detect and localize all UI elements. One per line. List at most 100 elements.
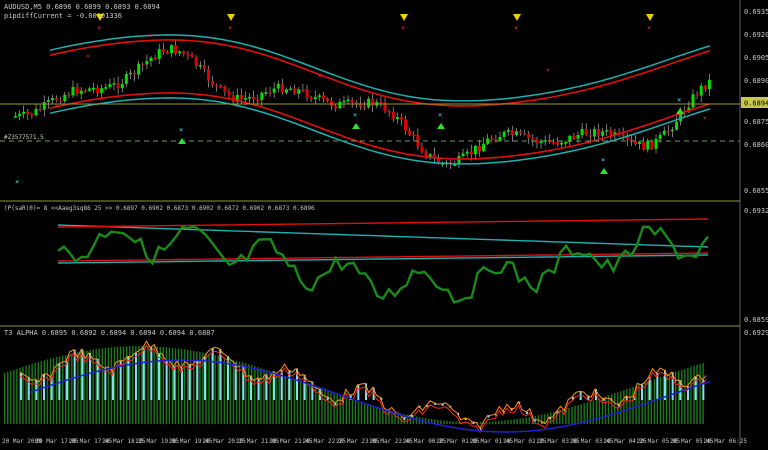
- candle-body: [707, 79, 711, 90]
- histogram-bar: [437, 419, 439, 424]
- candle-body: [338, 101, 342, 109]
- price-label: 0.6935: [744, 8, 768, 16]
- histogram-bar: [122, 346, 125, 424]
- candle-body: [14, 116, 17, 118]
- level-label: #Z3577571.5: [4, 134, 44, 141]
- candle-body: [346, 99, 350, 102]
- candle-body: [141, 63, 145, 66]
- chart-canvas[interactable]: × × × × × × × × × × × × × × × × × AUDUSD,M5 0.6896 0.689…: [0, 0, 768, 446]
- candle-body: [539, 141, 543, 144]
- histogram-bar: [446, 420, 448, 424]
- candle-body: [420, 146, 424, 153]
- candle-body: [186, 53, 190, 56]
- histogram-highlight: [280, 369, 283, 400]
- oscillator-header: (P(saR(0)= 8 <<Aaeg3sq86 25 >> 0.6897 0.…: [4, 205, 315, 212]
- candle-body: [317, 95, 321, 97]
- price-label: 0.6905: [744, 54, 768, 62]
- candle-body: [92, 87, 96, 90]
- candle-body: [301, 89, 305, 91]
- histogram-bar: [553, 411, 555, 424]
- histogram-bar: [415, 416, 418, 424]
- histogram-bar: [92, 349, 94, 424]
- candle-body: [219, 85, 223, 88]
- histogram-bar: [25, 365, 27, 424]
- histogram-bar: [217, 355, 219, 424]
- sell-cross-icon: ×: [97, 24, 101, 32]
- histogram-highlight: [641, 384, 643, 400]
- sell-cross-icon: ×: [55, 103, 59, 110]
- histogram-bar: [16, 368, 18, 424]
- histogram-bar: [638, 384, 640, 424]
- candle-body: [272, 88, 276, 93]
- histogram-bar: [357, 401, 360, 424]
- histogram-bar: [254, 366, 256, 424]
- histogram-bar: [662, 375, 665, 424]
- candle-body: [490, 138, 494, 140]
- candle-body: [305, 89, 309, 98]
- candle-body: [367, 98, 371, 108]
- histogram-bar: [305, 383, 308, 424]
- candle-body: [326, 98, 330, 101]
- candle-body: [379, 102, 383, 104]
- histogram-bar: [668, 373, 671, 424]
- price-label: 0.6932: [744, 207, 768, 215]
- candle-body: [116, 83, 120, 89]
- candle-body: [157, 49, 161, 60]
- chart-window[interactable]: × × × × × × × × × × × × × × × × × AUDUSD,M5 0.6896 0.689…: [0, 0, 768, 446]
- histogram-bar: [46, 359, 49, 424]
- candle-body: [18, 113, 22, 117]
- histogram-bar: [351, 399, 354, 424]
- histogram-highlight: [257, 377, 260, 400]
- histogram-bar: [208, 353, 210, 424]
- candle-body: [469, 151, 473, 155]
- candle-body: [646, 140, 650, 150]
- histogram-bar: [632, 386, 634, 424]
- candle-body: [342, 100, 346, 103]
- candle-body: [71, 87, 75, 96]
- histogram-bar: [595, 399, 598, 424]
- candle-body: [293, 88, 297, 94]
- price-label: 0.6929: [744, 329, 768, 337]
- histogram-bar: [479, 421, 482, 424]
- candle-body: [104, 87, 108, 89]
- panel-separator-1[interactable]: [0, 200, 740, 202]
- candle-body: [584, 128, 588, 135]
- candle-body: [695, 94, 699, 96]
- candle-body: [239, 94, 243, 99]
- histogram-bar: [568, 407, 570, 424]
- current-price-value: 0.6894: [744, 100, 768, 108]
- histogram-bar: [156, 346, 158, 424]
- histogram-bar: [653, 379, 656, 424]
- candle-body: [243, 98, 247, 100]
- candle-body: [223, 86, 227, 92]
- histogram-bar: [193, 350, 195, 424]
- histogram-bar: [495, 421, 497, 424]
- candle-body: [510, 129, 514, 135]
- candle-body: [502, 131, 506, 137]
- candle-body: [178, 51, 182, 54]
- histogram-bar: [366, 404, 369, 424]
- histogram-highlight: [27, 377, 30, 400]
- histogram-highlight: [204, 357, 206, 400]
- sell-cross-icon: ×: [647, 24, 651, 32]
- histogram-highlight: [173, 366, 176, 400]
- candle-body: [153, 57, 157, 60]
- candle-body: [551, 142, 555, 144]
- candle-body: [128, 72, 132, 75]
- histogram-bar: [107, 347, 110, 424]
- histogram-bar: [504, 420, 506, 424]
- histogram-bar: [507, 420, 509, 424]
- histogram-bar: [379, 408, 381, 424]
- candle-body: [334, 105, 338, 109]
- panel-separator-2[interactable]: [0, 325, 740, 327]
- histogram-bar: [275, 373, 277, 424]
- candle-body: [321, 95, 325, 99]
- histogram-bar: [699, 363, 701, 424]
- candle-body: [473, 146, 477, 155]
- histogram-bar: [388, 410, 390, 424]
- candle-body: [404, 119, 408, 131]
- histogram-bar: [470, 421, 473, 424]
- candle-body: [55, 98, 59, 101]
- candle-body: [120, 83, 124, 89]
- candle-body: [531, 138, 535, 140]
